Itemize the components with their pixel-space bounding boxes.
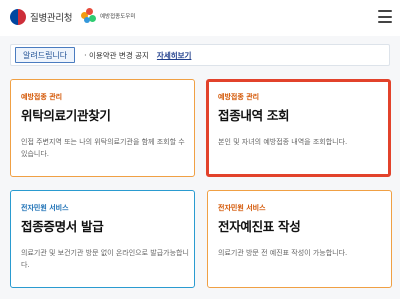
colorful-dots-logo-icon — [81, 8, 97, 24]
card-title: 전자예진표 작성 — [218, 219, 301, 234]
card-description: 의료기관 방문 전 예진표 작성이 가능합니다. — [218, 249, 348, 257]
card-category: 예방접종 관리 — [21, 93, 63, 101]
hamburger-menu-icon[interactable] — [378, 10, 392, 23]
notice-bar: 알려드립니다 · 이용약관 변경 공지 자세히보기 — [10, 44, 390, 66]
card-description: 인접 주변지역 또는 나의 위탁의료기관을 함께 조회할 수 있습니다. — [21, 138, 185, 158]
card-vaccination-history[interactable]: 예방접종 관리 접종내역 조회 본인 및 자녀의 예방접종 내역을 조회합니다. — [206, 79, 391, 177]
card-category: 전자민원 서비스 — [21, 204, 69, 212]
vaccination-helper-logo-text: 예방접종도우미 — [100, 14, 136, 20]
card-electronic-prescreening[interactable]: 전자민원 서비스 전자예진표 작성 의료기관 방문 전 예진표 작성이 가능합니… — [207, 190, 392, 288]
card-description: 본인 및 자녀의 예방접종 내역을 조회합니다. — [218, 138, 348, 146]
notice-text[interactable]: · 이용약관 변경 공지 — [84, 50, 149, 61]
notice-more-link[interactable]: 자세히보기 — [157, 50, 192, 61]
card-find-clinic[interactable]: 예방접종 관리 위탁의료기관찾기 인접 주변지역 또는 나의 위탁의료기관을 함… — [10, 79, 195, 177]
card-category: 전자민원 서비스 — [218, 204, 266, 212]
top-header: 질병관리청 예방접종도우미 — [0, 0, 400, 36]
kdca-logo-text: 질병관리청 — [30, 13, 73, 24]
card-title: 위탁의료기관찾기 — [21, 108, 111, 123]
card-certificate-issue[interactable]: 전자민원 서비스 접종증명서 발급 의료기관 및 보건기관 방문 없이 온라인으… — [10, 190, 195, 288]
vaccination-helper-logo[interactable]: 예방접종도우미 — [81, 8, 135, 24]
card-title: 접종증명서 발급 — [21, 219, 104, 234]
card-description: 의료기관 및 보건기관 방문 없이 온라인으로 발급가능합니다. — [21, 249, 189, 269]
notice-badge: 알려드립니다 — [15, 47, 76, 63]
card-category: 예방접종 관리 — [218, 93, 260, 101]
taegeuk-emblem-icon — [10, 9, 26, 25]
card-title: 접종내역 조회 — [218, 108, 290, 123]
kdca-logo[interactable]: 질병관리청 — [10, 9, 73, 25]
